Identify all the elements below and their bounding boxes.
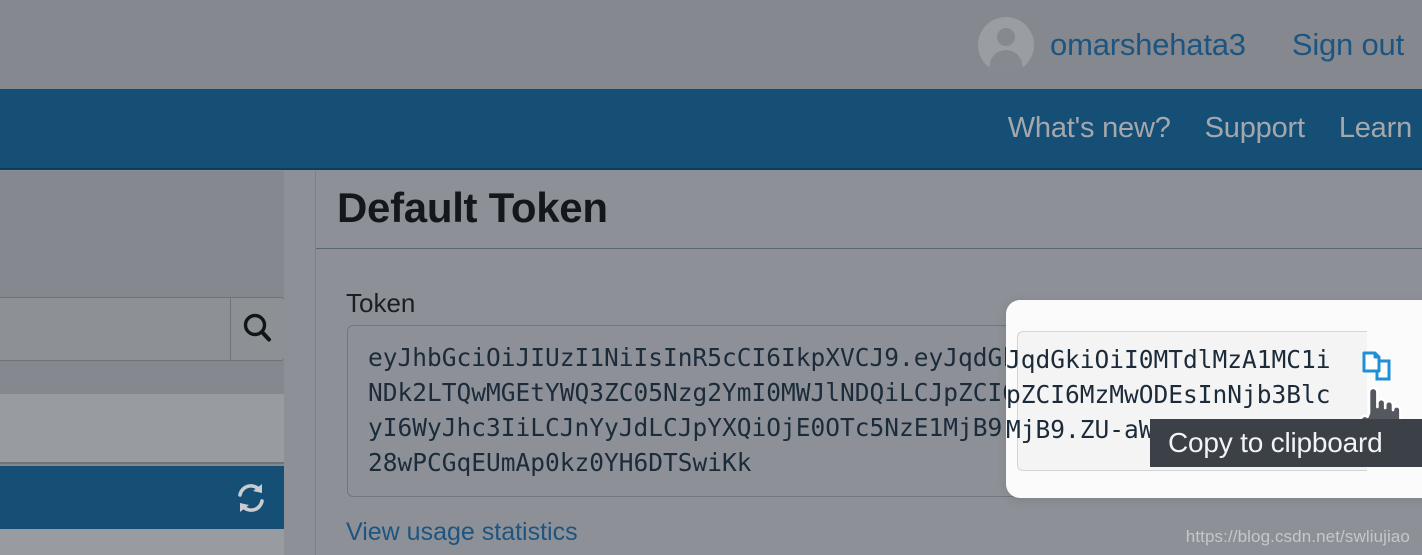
sign-out-link[interactable]: Sign out	[1292, 27, 1404, 63]
view-usage-statistics-link[interactable]: View usage statistics	[346, 518, 578, 547]
sidebar-selected-row[interactable]	[0, 466, 284, 529]
sidebar-search-row	[0, 297, 286, 361]
sidebar-panel-lower	[0, 529, 284, 555]
account-user[interactable]: omarshehata3	[978, 16, 1246, 73]
copy-to-clipboard-button[interactable]	[1357, 347, 1403, 393]
nav-link-learn[interactable]: Learn	[1339, 112, 1412, 145]
title-divider	[316, 248, 1422, 249]
primary-nav-bar: What's new? Support Learn	[0, 89, 1422, 170]
refresh-icon[interactable]	[233, 480, 269, 516]
copy-to-clipboard-icon	[1362, 351, 1391, 381]
sidebar-panel-upper	[0, 394, 284, 464]
page-title: Default Token	[337, 184, 608, 231]
search-input[interactable]	[0, 297, 230, 361]
search-button[interactable]	[230, 297, 286, 361]
watermark-text: https://blog.csdn.net/swliujiao	[1185, 527, 1410, 546]
tooltip: Copy to clipboard	[1150, 419, 1422, 467]
app-screen: omarshehata3 Sign out What's new? Suppor…	[0, 0, 1422, 555]
account-bar: omarshehata3 Sign out	[0, 0, 1422, 89]
user-avatar-icon	[978, 16, 1035, 73]
username-label[interactable]: omarshehata3	[1050, 27, 1246, 63]
tooltip-label: Copy to clipboard	[1168, 427, 1383, 458]
token-field-label: Token	[346, 288, 416, 318]
sidebar	[0, 171, 286, 555]
sidebar-divider	[284, 171, 286, 555]
tour-spotlight-panel: JqdGkiOiI0MTdlMzA1MC1i pZCI6MzMwODEsInNj…	[1006, 300, 1422, 498]
nav-link-whats-new[interactable]: What's new?	[1008, 112, 1171, 145]
content-separator	[315, 171, 316, 555]
search-icon	[243, 313, 271, 342]
nav-link-support[interactable]: Support	[1205, 112, 1305, 145]
